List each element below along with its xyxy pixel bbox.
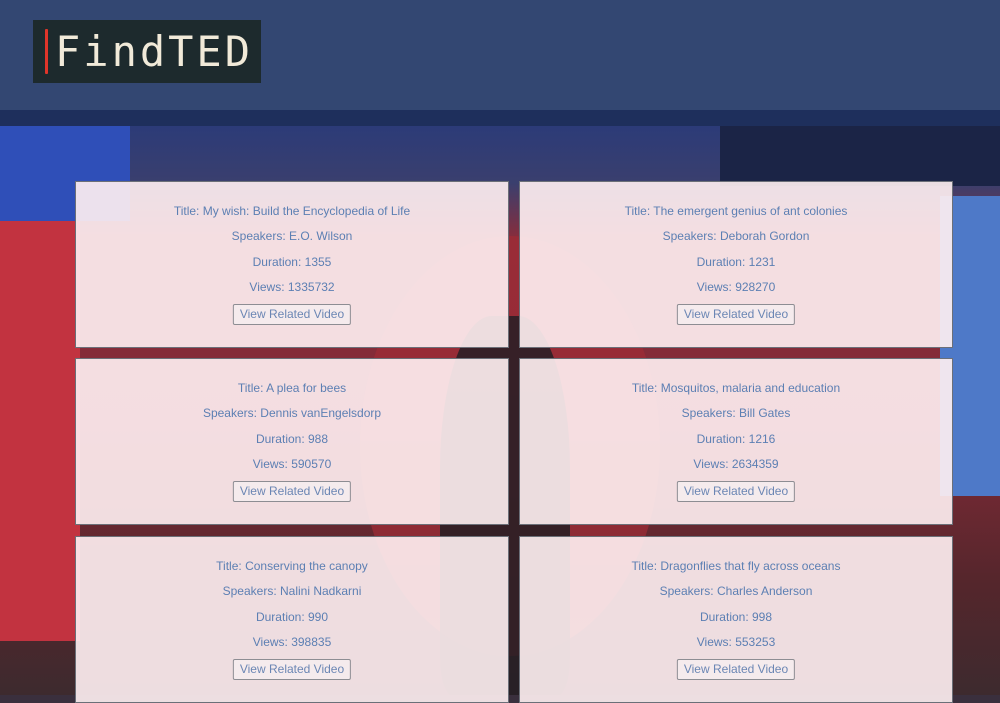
talk-duration: Duration: 998 <box>699 610 773 624</box>
talk-card: Title: The emergent genius of ant coloni… <box>519 181 953 348</box>
talk-title: Title: The emergent genius of ant coloni… <box>624 204 848 218</box>
view-related-video-button[interactable]: View Related Video <box>676 304 796 325</box>
talk-duration: Duration: 1231 <box>696 255 776 269</box>
view-related-video-button[interactable]: View Related Video <box>676 481 796 502</box>
view-related-video-button[interactable]: View Related Video <box>232 304 352 325</box>
talk-views: Views: 928270 <box>696 280 776 294</box>
talk-speakers: Speakers: Deborah Gordon <box>662 229 810 243</box>
talk-views: Views: 2634359 <box>693 457 779 471</box>
talk-card: Title: My wish: Build the Encyclopedia o… <box>75 181 509 348</box>
talk-duration: Duration: 1355 <box>252 255 332 269</box>
talk-card: Title: Dragonflies that fly across ocean… <box>519 536 953 703</box>
talk-speakers: Speakers: Bill Gates <box>681 406 791 420</box>
talk-speakers: Speakers: Charles Anderson <box>659 584 813 598</box>
talk-speakers: Speakers: E.O. Wilson <box>231 229 353 243</box>
talk-title: Title: Mosquitos, malaria and education <box>631 381 841 395</box>
talk-card: Title: Conserving the canopy Speakers: N… <box>75 536 509 703</box>
talk-speakers: Speakers: Nalini Nadkarni <box>222 584 362 598</box>
talk-title: Title: Conserving the canopy <box>216 559 368 573</box>
talk-title: Title: A plea for bees <box>237 381 347 395</box>
talk-views: Views: 1335732 <box>249 280 335 294</box>
talk-results-grid: Title: My wish: Build the Encyclopedia o… <box>0 0 1000 703</box>
talk-card: Title: A plea for bees Speakers: Dennis … <box>75 358 509 525</box>
talk-title: Title: Dragonflies that fly across ocean… <box>631 559 841 573</box>
view-related-video-button[interactable]: View Related Video <box>676 659 796 680</box>
talk-views: Views: 590570 <box>252 457 332 471</box>
talk-title: Title: My wish: Build the Encyclopedia o… <box>173 204 411 218</box>
talk-views: Views: 398835 <box>252 635 332 649</box>
talk-views: Views: 553253 <box>696 635 776 649</box>
talk-speakers: Speakers: Dennis vanEngelsdorp <box>202 406 382 420</box>
talk-duration: Duration: 988 <box>255 432 329 446</box>
talk-duration: Duration: 1216 <box>696 432 776 446</box>
talk-card: Title: Mosquitos, malaria and education … <box>519 358 953 525</box>
view-related-video-button[interactable]: View Related Video <box>232 481 352 502</box>
view-related-video-button[interactable]: View Related Video <box>232 659 352 680</box>
talk-duration: Duration: 990 <box>255 610 329 624</box>
